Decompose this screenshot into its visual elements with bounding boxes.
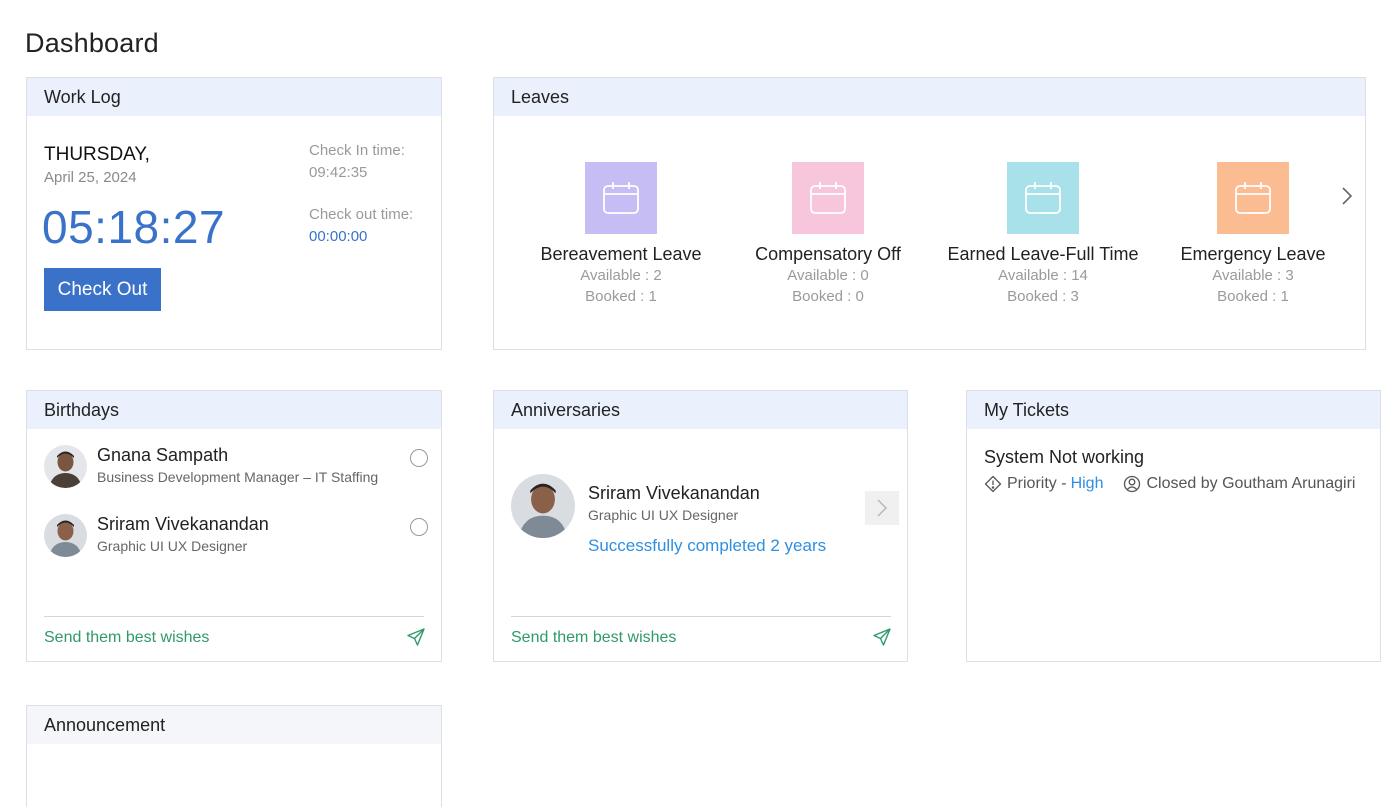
- leave-tile: [1007, 162, 1079, 234]
- leaves-card: Leaves Bereavement Leave Available : 2 B…: [493, 77, 1366, 350]
- ticket-meta: Priority - High Closed by Goutham Arunag…: [984, 475, 1355, 493]
- closed-by: Closed by Goutham Arunagiri: [1146, 475, 1356, 492]
- page-title: Dashboard: [25, 28, 159, 58]
- avatar: [44, 445, 87, 488]
- worklog-day: THURSDAY,: [44, 144, 150, 165]
- leave-booked: Booked : 0: [792, 288, 864, 305]
- send-icon[interactable]: [406, 627, 426, 647]
- divider: [511, 616, 891, 617]
- leave-item[interactable]: Emergency Leave Available : 3 Booked : 1: [1148, 162, 1358, 307]
- select-radio[interactable]: [410, 449, 428, 467]
- user-icon: [1124, 475, 1141, 493]
- send-icon[interactable]: [872, 627, 892, 647]
- check-out-button[interactable]: Check Out: [44, 268, 161, 311]
- leave-name: Bereavement Leave: [540, 244, 702, 264]
- anniversaries-header: Anniversaries: [494, 391, 907, 429]
- birthday-name: Gnana Sampath: [97, 445, 229, 465]
- checkin-label: Check In time:: [309, 142, 405, 159]
- send-wishes-link[interactable]: Send them best wishes: [44, 629, 209, 647]
- worklog-header: Work Log: [27, 78, 441, 116]
- anniversary-name: Sriram Vivekanandan: [588, 483, 760, 503]
- leave-booked: Booked : 1: [585, 288, 657, 305]
- worklog-clock: 05:18:27: [42, 201, 226, 253]
- send-wishes-link[interactable]: Send them best wishes: [511, 629, 676, 647]
- birthday-person: Gnana Sampath Business Development Manag…: [44, 445, 426, 491]
- leave-item[interactable]: Compensatory Off Available : 0 Booked : …: [723, 162, 933, 307]
- leave-name: Emergency Leave: [1180, 244, 1326, 264]
- leave-booked: Booked : 1: [1217, 288, 1289, 305]
- birthday-name: Sriram Vivekanandan: [97, 514, 269, 534]
- avatar: [511, 474, 575, 538]
- leaves-header: Leaves: [494, 78, 1365, 116]
- checkout-value: 00:00:00: [309, 228, 368, 245]
- priority-value: High: [1070, 475, 1104, 492]
- calendar-icon: [1235, 182, 1271, 214]
- tickets-card: My Tickets System Not working Priority -…: [966, 390, 1381, 662]
- leave-tile: [1217, 162, 1289, 234]
- announcement-header: Announcement: [27, 706, 441, 744]
- leave-available: Available : 14: [998, 267, 1088, 284]
- ticket-title[interactable]: System Not working: [984, 447, 1144, 468]
- birthday-role: Business Development Manager – IT Staffi…: [97, 469, 379, 485]
- anniversary-role: Graphic UI UX Designer: [588, 507, 739, 523]
- leave-item[interactable]: Earned Leave-Full Time Available : 14 Bo…: [938, 162, 1148, 307]
- leave-tile: [792, 162, 864, 234]
- checkin-value: 09:42:35: [309, 164, 368, 181]
- calendar-icon: [603, 182, 639, 214]
- worklog-card: Work Log THURSDAY, April 25, 2024 05:18:…: [26, 77, 442, 350]
- leave-tile: [585, 162, 657, 234]
- announcement-card: Announcement: [26, 705, 442, 807]
- checkout-label: Check out time:: [309, 206, 414, 223]
- leave-name: Earned Leave-Full Time: [947, 244, 1139, 264]
- birthdays-card: Birthdays Gnana Sampath Business Develop…: [26, 390, 442, 662]
- tickets-header: My Tickets: [967, 391, 1380, 429]
- leave-available: Available : 0: [787, 267, 869, 284]
- divider: [44, 616, 424, 617]
- leave-item[interactable]: Bereavement Leave Available : 2 Booked :…: [516, 162, 726, 307]
- birthday-role: Graphic UI UX Designer: [97, 538, 248, 554]
- birthday-person: Sriram Vivekanandan Graphic UI UX Design…: [44, 514, 426, 560]
- leave-name: Compensatory Off: [755, 244, 901, 264]
- select-radio[interactable]: [410, 518, 428, 536]
- priority-label: Priority -: [1007, 475, 1067, 492]
- leave-available: Available : 3: [1212, 267, 1294, 284]
- calendar-icon: [810, 182, 846, 214]
- priority-icon: [984, 475, 1002, 493]
- chevron-right-icon[interactable]: [1337, 184, 1357, 208]
- anniversaries-card: Anniversaries Sriram Vivekanandan Graphi…: [493, 390, 908, 662]
- avatar: [44, 514, 87, 557]
- birthdays-header: Birthdays: [27, 391, 441, 429]
- leave-booked: Booked : 3: [1007, 288, 1079, 305]
- leave-available: Available : 2: [580, 267, 662, 284]
- worklog-date: April 25, 2024: [44, 169, 137, 186]
- anniversary-message: Successfully completed 2 years: [588, 536, 827, 555]
- chevron-right-icon[interactable]: [865, 491, 899, 525]
- calendar-icon: [1025, 182, 1061, 214]
